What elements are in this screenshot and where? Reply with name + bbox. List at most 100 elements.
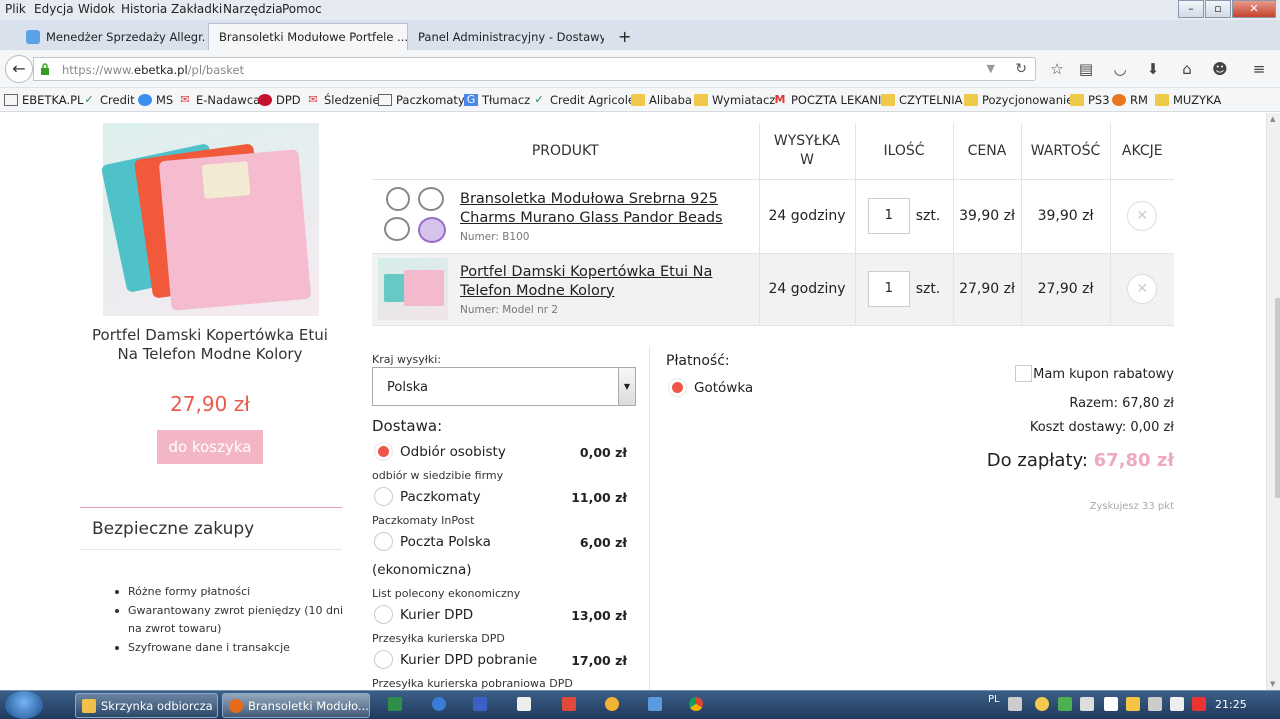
download-icon[interactable]: ⬇ — [1143, 59, 1163, 79]
minimize-button[interactable]: – — [1178, 0, 1204, 18]
tab-bransoletki[interactable]: Bransoletki Modułowe Portfele ... ✕ — [208, 23, 408, 50]
scroll-up-icon[interactable]: ▲ — [1270, 115, 1275, 123]
bookmark-ms[interactable]: MS — [138, 93, 173, 107]
delivery-radio-poczta[interactable] — [374, 532, 393, 551]
tray-app-icon[interactable] — [1126, 697, 1140, 711]
home-icon[interactable]: ⌂ — [1177, 59, 1197, 79]
app-icon[interactable] — [648, 697, 662, 711]
tray-app-icon[interactable] — [1080, 697, 1094, 711]
delivery-radio-dpd-pobranie[interactable] — [374, 650, 393, 669]
total-value: 67,80 zł — [1093, 450, 1174, 471]
product-link[interactable]: Bransoletka Modułowa Srebrna 925 Charms … — [460, 190, 759, 228]
delivery-radio-dpd[interactable] — [374, 605, 393, 624]
menu-icon[interactable]: ≡ — [1249, 59, 1269, 79]
menu-pomoc[interactable]: Pomoc — [282, 2, 322, 16]
reading-list-icon[interactable]: ▤ — [1076, 59, 1096, 79]
volume-icon[interactable] — [1148, 697, 1162, 711]
taskbar: Skrzynka odbiorcza -... Bransoletki Modu… — [0, 690, 1280, 719]
remove-item-icon[interactable]: ✕ — [1127, 274, 1158, 304]
bookmark-poczta-lekani[interactable]: M POCZTA LEKANI — [773, 93, 882, 107]
menu-narzedzia[interactable]: Narzędzia — [223, 2, 283, 16]
star-icon[interactable]: ☆ — [1047, 59, 1067, 79]
tab-panel-admin[interactable]: Panel Administracyjny - Dostawy ✕ — [408, 23, 604, 50]
unit-label: szt. — [915, 281, 941, 297]
coupon-label[interactable]: Mam kupon rabatowy — [1033, 367, 1174, 382]
delivery-option-price: 17,00 zł — [571, 653, 627, 668]
delivery-radio-odbior[interactable] — [374, 442, 393, 461]
bookmark-enadawca[interactable]: ✉ E-Nadawca — [178, 93, 260, 107]
bookmark-muzyka[interactable]: MUZYKA — [1155, 93, 1221, 107]
pocket-icon[interactable]: ◡ — [1110, 59, 1130, 79]
start-button[interactable] — [5, 691, 43, 719]
bracelet-shape — [386, 187, 410, 211]
delivery-option-price: 0,00 zł — [579, 445, 627, 460]
page-scrollbar[interactable]: ▲ ▼ — [1266, 113, 1280, 690]
remove-item-icon[interactable]: ✕ — [1127, 201, 1158, 231]
sync-icon[interactable] — [432, 697, 446, 711]
language-indicator[interactable]: PL — [988, 694, 1000, 705]
new-tab-button[interactable]: + — [608, 23, 636, 50]
keyboard-icon[interactable] — [1008, 697, 1022, 711]
scroll-down-icon[interactable]: ▼ — [1270, 680, 1275, 688]
bookmark-wymiatacz[interactable]: Wymiatacz — [694, 93, 775, 107]
product-number: Numer: B100 — [460, 230, 530, 243]
coupon-checkbox[interactable] — [1015, 365, 1032, 382]
clock[interactable]: 21:25 — [1215, 698, 1247, 711]
chrome-icon[interactable] — [689, 697, 703, 711]
chat-icon[interactable]: ☻ — [1210, 59, 1230, 79]
tray-app-icon[interactable] — [1035, 697, 1049, 711]
bookmark-credit[interactable]: ✓ Credit — [82, 93, 134, 107]
messenger-icon — [138, 94, 152, 106]
scroll-thumb[interactable] — [1275, 298, 1280, 498]
maximize-button[interactable]: ▫ — [1205, 0, 1231, 18]
app-icon[interactable] — [562, 697, 576, 711]
taskbar-firefox[interactable]: Bransoletki Moduło... — [222, 693, 370, 718]
close-window-button[interactable]: ✕ — [1232, 0, 1276, 18]
safe-shopping-list: Różne formy płatności Gwarantowany zwrot… — [113, 583, 343, 657]
quantity-input[interactable]: 1 — [867, 198, 910, 234]
app-icon[interactable] — [605, 697, 619, 711]
payment-radio-cash[interactable] — [668, 378, 687, 397]
menu-plik[interactable]: Plik — [5, 2, 26, 16]
delivery-radio-paczkomaty[interactable] — [374, 487, 393, 506]
reload-icon[interactable]: ↻ — [1015, 61, 1027, 77]
folder-icon — [1070, 94, 1084, 106]
bookmark-ps3[interactable]: PS3 — [1070, 93, 1110, 107]
menu-zakladki[interactable]: Zakładki — [171, 2, 222, 16]
product-cell: Portfel Damski Kopertówka Etui Na Telefo… — [372, 253, 759, 326]
taskbar-outlook[interactable]: Skrzynka odbiorcza -... — [75, 693, 218, 718]
chevron-down-icon[interactable]: ▼ — [987, 62, 995, 75]
excel-icon[interactable] — [388, 697, 402, 711]
back-button[interactable]: ← — [5, 55, 33, 83]
bookmark-sledzenie[interactable]: ✉ Śledzenie — [306, 93, 379, 107]
quantity-input[interactable]: 1 — [867, 271, 910, 307]
country-select[interactable]: Polska ▼ — [372, 367, 636, 406]
add-to-cart-button[interactable]: do koszyka — [157, 430, 263, 464]
bookmark-dpd[interactable]: DPD — [258, 93, 301, 107]
bookmark-alibaba[interactable]: Alibaba — [631, 93, 692, 107]
bookmark-pozycjonowanie[interactable]: Pozycjonowanie — [964, 93, 1073, 107]
product-link[interactable]: Portfel Damski Kopertówka Etui Na Telefo… — [460, 263, 759, 301]
tray-app-icon[interactable] — [1192, 697, 1206, 711]
calculator-icon[interactable] — [517, 697, 531, 711]
wallet-thumbnail[interactable] — [378, 258, 448, 320]
bookmark-rm[interactable]: RM — [1112, 93, 1148, 107]
bookmark-paczkomaty[interactable]: Paczkomaty — [378, 93, 465, 107]
url-bar[interactable]: https://www.ebetka.pl/pl/basket ▼ ↻ — [33, 57, 1036, 81]
app-icon[interactable] — [473, 697, 487, 711]
menu-historia[interactable]: Historia — [121, 2, 167, 16]
bracelet-thumbnail[interactable] — [378, 185, 448, 247]
product-image[interactable] — [100, 123, 319, 316]
flag-icon[interactable] — [1104, 697, 1118, 711]
bookmark-tlumacz[interactable]: G Tłumacz — [464, 93, 530, 107]
bookmark-ebetka[interactable]: EBETKA.PL — [4, 93, 83, 107]
tray-app-icon[interactable] — [1058, 697, 1072, 711]
menu-edycja[interactable]: Edycja — [34, 2, 74, 16]
tab-allegro[interactable]: Menedżer Sprzedaży Allegr... — [16, 23, 206, 50]
bookmark-czytelnia[interactable]: CZYTELNIA — [881, 93, 963, 107]
network-icon[interactable] — [1170, 697, 1184, 711]
bookmark-credit-agricole[interactable]: ✓ Credit Agricole — [532, 93, 635, 107]
sidebar-product-title[interactable]: Portfel Damski Kopertówka Etui Na Telefo… — [90, 326, 330, 364]
menu-widok[interactable]: Widok — [78, 2, 115, 16]
menu-bar: Plik Edycja Widok Historia Zakładki Narz… — [0, 0, 1280, 20]
